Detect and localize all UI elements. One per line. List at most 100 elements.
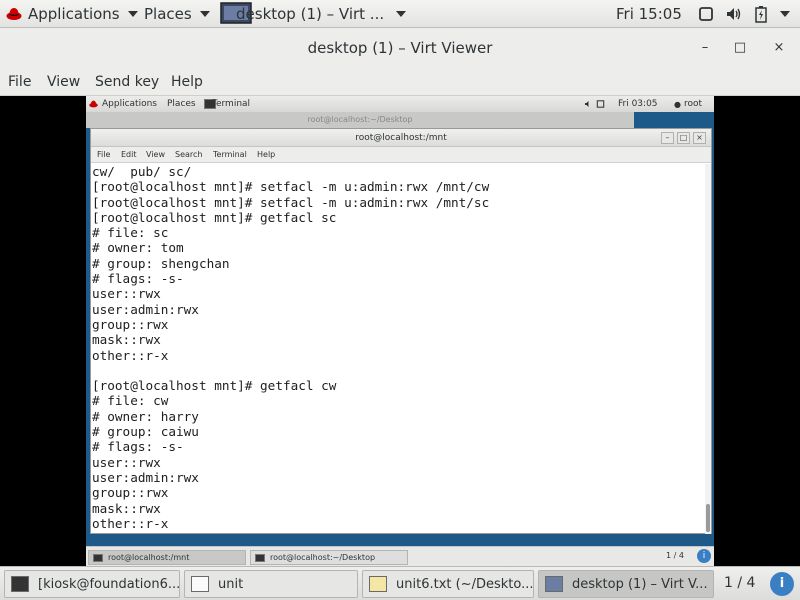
terminal-menu-terminal[interactable]: Terminal xyxy=(213,150,247,159)
terminal-scrollbar-thumb[interactable] xyxy=(706,504,710,532)
terminal-window[interactable]: root@localhost:/mnt – □ × File Edit View… xyxy=(90,128,712,534)
terminal-menu-help[interactable]: Help xyxy=(257,150,275,159)
viewer-titlebar[interactable]: desktop (1) – Virt Viewer – □ × xyxy=(0,28,800,68)
host-taskbar: [kiosk@foundation6... unit unit6.txt (~/… xyxy=(0,566,800,600)
guest-background-window[interactable]: root@localhost:~/Desktop xyxy=(86,112,634,128)
host-workspace-indicator[interactable]: 1 / 4 xyxy=(724,575,755,591)
terminal-line: # owner: tom xyxy=(92,240,184,256)
menu-file[interactable]: File xyxy=(8,74,31,90)
menu-view[interactable]: View xyxy=(47,74,80,90)
text-editor-icon xyxy=(369,576,387,592)
guest-taskbar-label: root@localhost:~/Desktop xyxy=(270,553,376,562)
terminal-line: other::r-x xyxy=(92,347,169,363)
guest-taskbar-item-terminal-desktop[interactable]: root@localhost:~/Desktop xyxy=(250,550,408,565)
guest-info-icon[interactable]: i xyxy=(697,549,711,563)
close-button[interactable]: × xyxy=(771,40,787,56)
terminal-line: # group: shengchan xyxy=(92,255,230,271)
guest-places-label: Places xyxy=(167,99,196,109)
guest-taskbar-item-terminal-mnt[interactable]: root@localhost:/mnt xyxy=(88,550,246,565)
guest-top-panel: Applications Places Terminal Fri 03:05 ●… xyxy=(86,96,714,112)
guest-workspace-indicator[interactable]: 1 / 4 xyxy=(666,551,684,560)
terminal-line: mask::rwx xyxy=(92,332,161,348)
terminal-output[interactable]: cw/ pub/ sc/ [root@localhost mnt]# setfa… xyxy=(91,164,705,534)
terminal-menu-edit[interactable]: Edit xyxy=(121,150,137,159)
host-taskbar-item-unit6-txt[interactable]: unit6.txt (~/Deskto... xyxy=(362,570,534,598)
host-taskbar-label: desktop (1) – Virt V... xyxy=(572,576,708,592)
guest-user-menu[interactable]: ● root xyxy=(674,96,702,112)
host-taskbar-item-unit[interactable]: unit xyxy=(184,570,358,598)
terminal-line: mask::rwx xyxy=(92,500,161,516)
terminal-line: user::rwx xyxy=(92,286,161,302)
active-window-label: desktop (1) – Virt ... xyxy=(236,5,385,23)
redhat-logo-icon xyxy=(89,100,98,108)
viewer-menubar: File View Send key Help xyxy=(0,68,800,96)
chevron-down-icon xyxy=(780,11,790,17)
menu-help[interactable]: Help xyxy=(171,74,203,90)
host-taskbar-label: [kiosk@foundation6... xyxy=(38,576,180,592)
terminal-line: group::rwx xyxy=(92,316,169,332)
terminal-line: user:admin:rwx xyxy=(92,469,199,485)
guest-taskbar: root@localhost:/mnt root@localhost:~/Des… xyxy=(86,546,714,566)
terminal-maximize-button[interactable]: □ xyxy=(677,132,690,144)
info-icon[interactable]: i xyxy=(770,572,794,596)
terminal-line: [root@localhost mnt]# setfacl -m u:admin… xyxy=(92,179,490,195)
terminal-line: other::r-x xyxy=(92,515,169,531)
chevron-down-icon xyxy=(199,11,210,17)
terminal-titlebar[interactable]: root@localhost:/mnt – □ × xyxy=(91,129,711,147)
guest-clock-label: Fri 03:05 xyxy=(618,99,658,109)
terminal-icon xyxy=(255,553,265,562)
terminal-line: # flags: -s- xyxy=(92,271,184,287)
terminal-menu-file[interactable]: File xyxy=(97,150,110,159)
terminal-line: [root@localhost mnt]# getfacl cw xyxy=(92,378,337,394)
terminal-icon xyxy=(93,553,103,562)
terminal-close-button[interactable]: × xyxy=(693,132,706,144)
guest-display[interactable]: Applications Places Terminal Fri 03:05 ●… xyxy=(86,96,714,566)
clock[interactable]: Fri 15:05 xyxy=(616,0,682,28)
guest-terminal-menu[interactable]: Terminal xyxy=(204,96,250,112)
terminal-title: root@localhost:/mnt xyxy=(355,133,447,143)
terminal-menu-search[interactable]: Search xyxy=(175,150,202,159)
host-taskbar-label: unit xyxy=(218,576,244,592)
chevron-down-icon xyxy=(127,11,138,17)
clock-label: Fri 15:05 xyxy=(616,5,682,23)
guest-applications-menu[interactable]: Applications xyxy=(89,96,157,112)
terminal-line: # flags: -s- xyxy=(92,439,184,455)
menu-send-key[interactable]: Send key xyxy=(95,74,159,90)
guest-terminal-label: Terminal xyxy=(212,99,251,109)
terminal-minimize-button[interactable]: – xyxy=(661,132,674,144)
host-taskbar-item-virt-viewer[interactable]: desktop (1) – Virt V... xyxy=(538,570,714,598)
places-menu[interactable]: Places xyxy=(144,0,210,28)
terminal-line: [root@localhost mnt]# getfacl sc xyxy=(92,209,337,225)
terminal-line: [root@localhost mnt]# setfacl -m u:admin… xyxy=(92,194,490,210)
battery-icon[interactable] xyxy=(755,0,767,28)
redhat-logo-icon xyxy=(6,8,22,20)
places-label: Places xyxy=(144,5,192,23)
system-menu[interactable] xyxy=(780,0,790,28)
terminal-line: user::rwx xyxy=(92,454,161,470)
guest-taskbar-label: root@localhost:/mnt xyxy=(108,553,190,562)
active-window-menu[interactable]: desktop (1) – Virt ... xyxy=(220,0,407,28)
minimize-button[interactable]: – xyxy=(697,40,713,56)
guest-clock[interactable]: Fri 03:05 xyxy=(618,96,658,112)
chevron-down-icon xyxy=(396,11,407,17)
applications-menu[interactable]: Applications xyxy=(6,0,138,28)
volume-icon[interactable] xyxy=(725,0,743,28)
guest-user-label: root xyxy=(683,99,703,109)
user-icon: ● xyxy=(674,99,681,109)
viewer-title: desktop (1) – Virt Viewer xyxy=(307,39,493,57)
guest-volume-icon[interactable] xyxy=(584,96,593,112)
host-taskbar-label: unit6.txt (~/Deskto... xyxy=(396,576,534,592)
terminal-menu-view[interactable]: View xyxy=(146,150,165,159)
maximize-button[interactable]: □ xyxy=(732,40,748,56)
guest-network-icon[interactable] xyxy=(596,96,605,112)
virt-viewer-icon xyxy=(545,576,563,592)
terminal-line: group::rwx xyxy=(92,485,169,501)
host-taskbar-item-kiosk-terminal[interactable]: [kiosk@foundation6... xyxy=(4,570,180,598)
window-list-icon[interactable] xyxy=(698,0,714,28)
terminal-scrollbar[interactable] xyxy=(705,164,711,534)
terminal-icon xyxy=(11,576,29,592)
terminal-line: # file: sc xyxy=(92,225,169,241)
terminal-line: user:admin:rwx xyxy=(92,301,199,317)
guest-places-menu[interactable]: Places xyxy=(167,96,196,112)
